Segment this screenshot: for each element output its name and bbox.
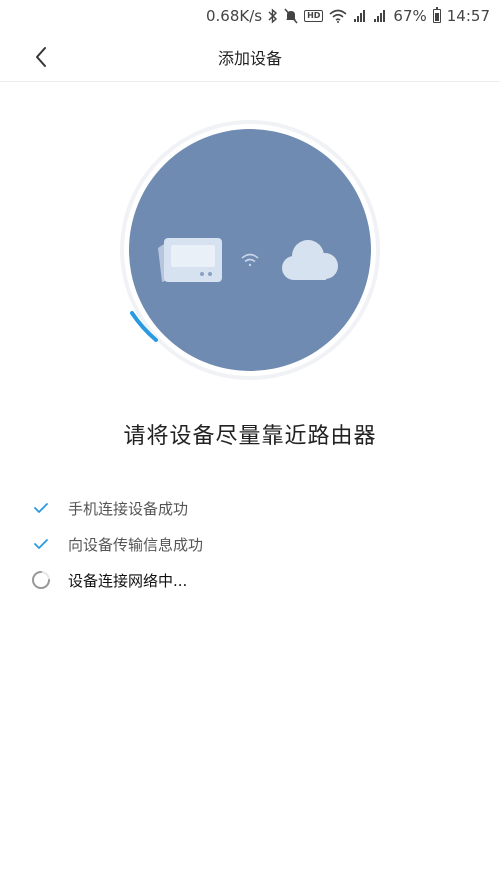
page-title: 添加设备 <box>217 48 282 68</box>
router-device-icon <box>158 238 222 282</box>
signal-e-icon <box>353 7 367 25</box>
instruction-text: 请将设备尽量靠近路由器 <box>123 424 377 449</box>
bluetooth-icon <box>268 7 278 25</box>
spinner-icon <box>30 569 52 591</box>
step-info-transferred: 向设备传输信息成功 <box>30 526 470 562</box>
check-icon <box>30 497 52 519</box>
back-button[interactable] <box>24 40 58 74</box>
step-label: 手机连接设备成功 <box>68 499 189 518</box>
clock: 14:57 <box>446 7 490 25</box>
wifi-icon <box>329 7 347 25</box>
step-network-connecting: 设备连接网络中... <box>30 562 470 598</box>
check-icon <box>30 533 52 555</box>
signal-4g-icon <box>373 7 387 25</box>
network-speed: 0.68K/s <box>205 7 263 25</box>
mute-icon <box>284 7 298 25</box>
step-label: 向设备传输信息成功 <box>68 535 204 554</box>
step-label: 设备连接网络中... <box>68 571 188 590</box>
battery-percent: 67% <box>393 7 427 25</box>
connection-steps: 手机连接设备成功 向设备传输信息成功 设备连接网络中... <box>30 490 470 598</box>
status-bar: 0.68K/s HD 67% 14:57 <box>0 0 500 32</box>
battery-icon <box>432 7 441 25</box>
chevron-left-icon <box>36 47 46 67</box>
add-device-screen: 0.68K/s HD 67% 14:57 添加设备 请将设备尽量靠近路由器 手机… <box>0 0 500 889</box>
connection-illustration <box>118 118 382 382</box>
hd-icon: HD <box>304 7 324 25</box>
header-bar: 添加设备 <box>0 32 500 82</box>
step-phone-connected: 手机连接设备成功 <box>30 490 470 526</box>
